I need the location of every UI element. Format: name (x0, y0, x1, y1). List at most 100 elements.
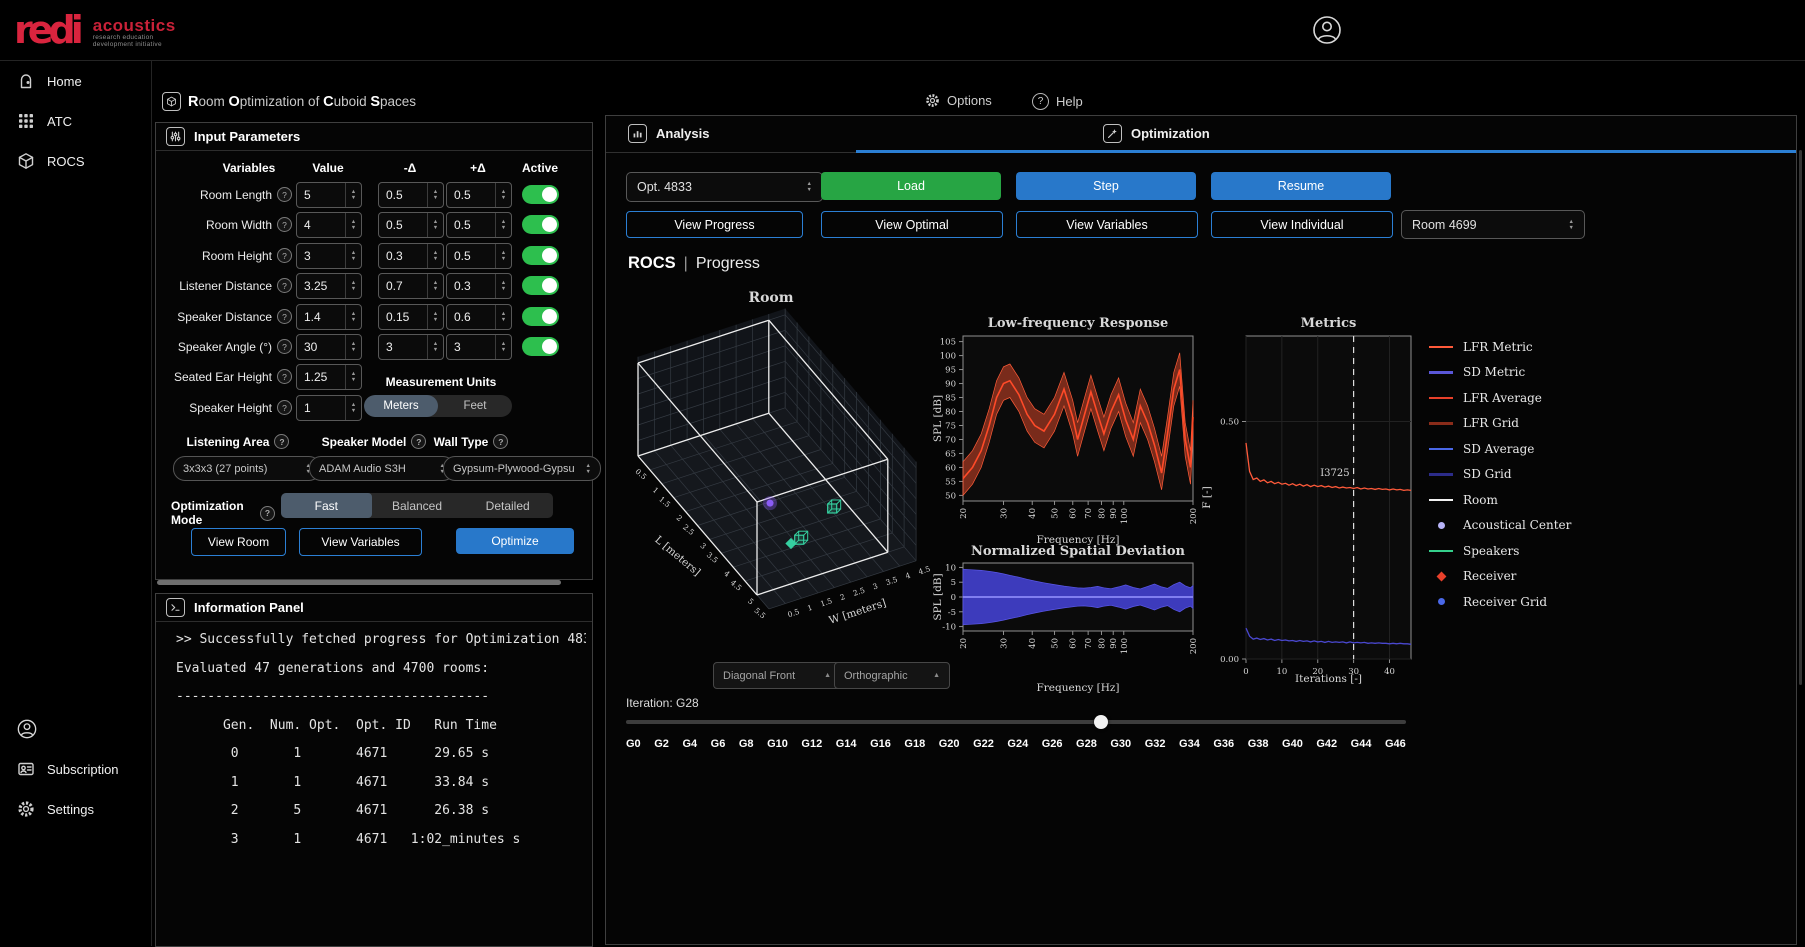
spinner-buttons[interactable]: ▲▼ (495, 213, 511, 237)
spinner-buttons[interactable]: ▲▼ (427, 183, 443, 207)
spinner-buttons[interactable]: ▲▼ (345, 274, 361, 298)
resume-button[interactable]: Resume (1211, 172, 1391, 200)
speaker-model-select[interactable]: ADAM Audio S3H▲▼ (309, 456, 455, 481)
spinner-buttons[interactable]: ▲▼ (427, 274, 443, 298)
tab-analysis[interactable]: Analysis (628, 116, 709, 151)
legend-item[interactable]: Receiver Grid (1428, 589, 1603, 615)
legend-item[interactable]: SD Metric (1428, 360, 1603, 386)
spinner-buttons[interactable]: ▲▼ (495, 335, 511, 359)
help-icon[interactable]: ? (277, 339, 292, 354)
sidebar-item-subscription[interactable]: Subscription (0, 749, 151, 789)
param-value-input[interactable]: 4▲▼ (296, 212, 362, 238)
param-value-input[interactable]: 1.25▲▼ (296, 364, 362, 390)
view-variables-button[interactable]: View Variables (1016, 211, 1198, 238)
spinner-buttons[interactable]: ▲▼ (495, 244, 511, 268)
param-value-input[interactable]: 30▲▼ (296, 334, 362, 360)
param-minus-input[interactable]: 0.7▲▼ (378, 273, 444, 299)
param-minus-input[interactable]: 0.5▲▼ (378, 182, 444, 208)
legend-item[interactable]: LFR Average (1428, 385, 1603, 411)
normalized-spatial-deviation-chart[interactable]: 1050-5-102030405060708090100200Normalize… (931, 541, 1203, 701)
room-3d-chart[interactable]: 0.511.522.533.544.555.50.511.522.533.544… (611, 286, 976, 661)
mode-option-fast[interactable]: Fast (281, 493, 372, 518)
param-plus-input[interactable]: 3▲▼ (446, 334, 512, 360)
units-option-meters[interactable]: Meters (364, 395, 438, 417)
spinner-buttons[interactable]: ▲▼ (495, 305, 511, 329)
spinner-buttons[interactable]: ▲▼ (345, 396, 361, 420)
sidebar-item-atc[interactable]: ATC (0, 101, 151, 141)
room-select[interactable]: Room 4699▲▼ (1401, 210, 1585, 239)
param-value-input[interactable]: 3▲▼ (296, 243, 362, 269)
param-value-input[interactable]: 3.25▲▼ (296, 273, 362, 299)
param-value-input[interactable]: 1▲▼ (296, 395, 362, 421)
mode-option-detailed[interactable]: Detailed (462, 493, 553, 518)
param-active-toggle[interactable] (522, 307, 559, 326)
tab-optimization[interactable]: Optimization (1103, 116, 1210, 151)
spinner-buttons[interactable]: ▲▼ (345, 213, 361, 237)
param-minus-input[interactable]: 0.5▲▼ (378, 212, 444, 238)
view-progress-button[interactable]: View Progress (626, 211, 803, 238)
projection-select[interactable]: Orthographic▲ (834, 662, 950, 689)
sidebar-item-home[interactable]: Home (0, 61, 151, 101)
view-optimal-button[interactable]: View Optimal (821, 211, 1003, 238)
spinner-buttons[interactable]: ▲▼ (345, 335, 361, 359)
param-minus-input[interactable]: 0.3▲▼ (378, 243, 444, 269)
view-room-button[interactable]: View Room (191, 528, 286, 556)
spinner-buttons[interactable]: ▲▼ (345, 244, 361, 268)
low-frequency-response-chart[interactable]: 5055606570758085909510010520304050607080… (931, 301, 1203, 551)
camera-view-select[interactable]: Diagonal Front▲ (713, 662, 841, 689)
redi-logo[interactable]: redi acoustics research education develo… (14, 12, 176, 49)
help-icon[interactable]: ? (277, 187, 292, 202)
param-value-input[interactable]: 1.4▲▼ (296, 304, 362, 330)
wall-type-select[interactable]: Gypsum-Plywood-Gypsu▲▼ (443, 456, 601, 481)
units-option-feet[interactable]: Feet (438, 395, 512, 417)
spinner-buttons[interactable]: ▲▼ (345, 183, 361, 207)
user-avatar-button[interactable] (1312, 15, 1342, 45)
param-minus-input[interactable]: 3▲▼ (378, 334, 444, 360)
help-icon[interactable]: ? (277, 217, 292, 232)
step-button[interactable]: Step (1016, 172, 1196, 200)
legend-item[interactable]: Room (1428, 487, 1603, 513)
generation-slider[interactable] (626, 714, 1406, 730)
horizontal-scrollbar[interactable] (157, 580, 561, 585)
spinner-buttons[interactable]: ▲▼ (427, 244, 443, 268)
param-active-toggle[interactable] (522, 246, 559, 265)
slider-handle[interactable] (1094, 715, 1108, 729)
help-icon[interactable]: ? (277, 278, 292, 293)
spinner-buttons[interactable]: ▲▼ (345, 305, 361, 329)
param-plus-input[interactable]: 0.5▲▼ (446, 182, 512, 208)
help-button[interactable]: ? Help (1032, 93, 1083, 110)
sidebar-item-rocs[interactable]: ROCS (0, 141, 151, 181)
help-icon[interactable]: ? (277, 248, 292, 263)
help-icon[interactable]: ? (260, 506, 275, 521)
param-active-toggle[interactable] (522, 215, 559, 234)
legend-item[interactable]: Acoustical Center (1428, 513, 1603, 539)
legend-item[interactable]: LFR Metric (1428, 334, 1603, 360)
legend-item[interactable]: LFR Grid (1428, 411, 1603, 437)
vertical-scrollbar[interactable] (1799, 150, 1802, 685)
help-icon[interactable]: ? (277, 400, 292, 415)
legend-item[interactable]: Speakers (1428, 538, 1603, 564)
param-plus-input[interactable]: 0.6▲▼ (446, 304, 512, 330)
param-minus-input[interactable]: 0.15▲▼ (378, 304, 444, 330)
legend-item[interactable]: SD Grid (1428, 462, 1603, 488)
legend-item[interactable]: Receiver (1428, 564, 1603, 590)
param-active-toggle[interactable] (522, 337, 559, 356)
optimization-select[interactable]: Opt. 4833▲▼ (626, 172, 823, 202)
spinner-buttons[interactable]: ▲▼ (345, 365, 361, 389)
param-plus-input[interactable]: 0.5▲▼ (446, 243, 512, 269)
help-icon[interactable]: ? (493, 434, 508, 449)
spinner-buttons[interactable]: ▲▼ (495, 274, 511, 298)
options-button[interactable]: Options (925, 93, 992, 108)
param-value-input[interactable]: 5▲▼ (296, 182, 362, 208)
legend-item[interactable]: SD Average (1428, 436, 1603, 462)
help-icon[interactable]: ? (277, 369, 292, 384)
slider-track[interactable] (626, 720, 1406, 724)
sidebar-account-button[interactable] (0, 709, 151, 749)
spinner-buttons[interactable]: ▲▼ (427, 335, 443, 359)
param-active-toggle[interactable] (522, 276, 559, 295)
spinner-buttons[interactable]: ▲▼ (427, 213, 443, 237)
sidebar-item-settings[interactable]: Settings (0, 789, 151, 829)
view-variables-button[interactable]: View Variables (299, 528, 422, 556)
help-icon[interactable]: ? (277, 309, 292, 324)
optimize-button[interactable]: Optimize (456, 528, 574, 554)
